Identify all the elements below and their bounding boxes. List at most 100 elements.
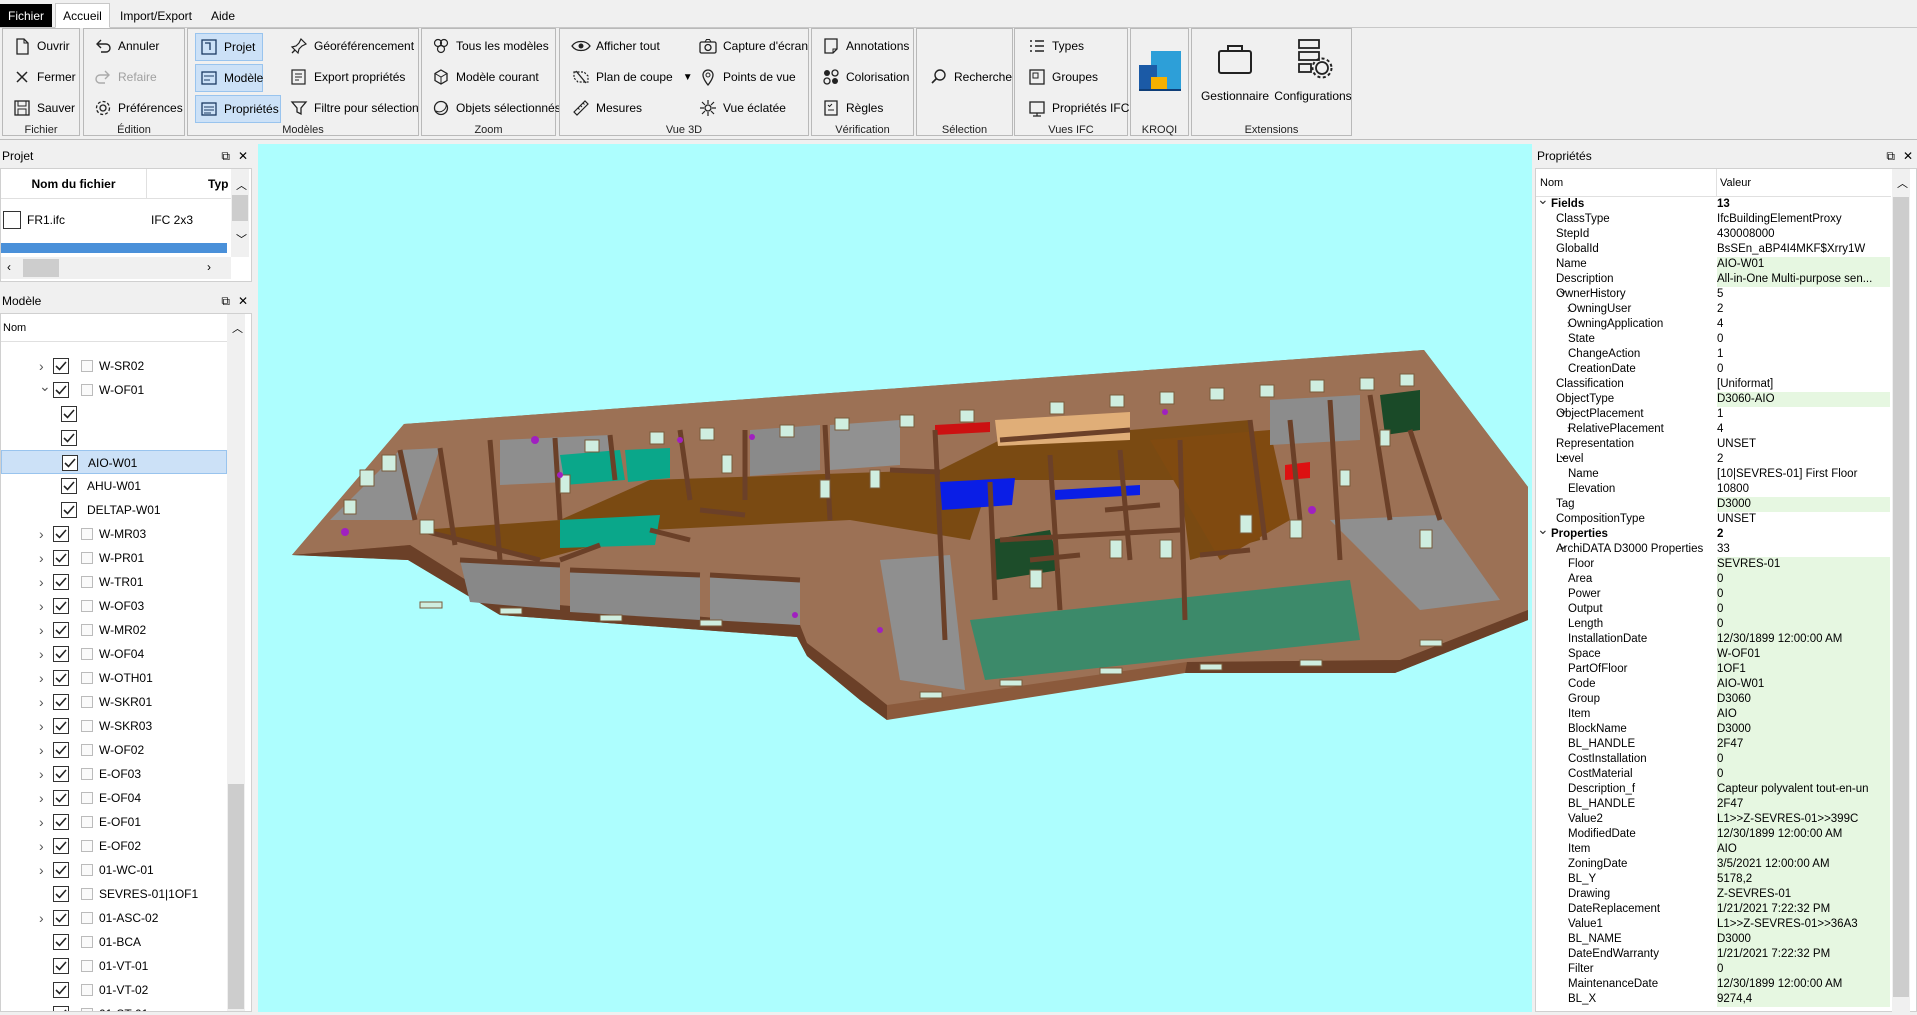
tree-item[interactable] [1,402,227,426]
property-row[interactable]: Classification [Uniformat] [1535,377,1890,392]
visibility-checkbox[interactable] [53,790,69,806]
zoom-current-model-button[interactable]: Modèle courant [428,63,542,91]
visibility-checkbox[interactable] [53,1006,69,1011]
property-row[interactable]: Item AIO [1535,842,1890,857]
scrollbar-thumb[interactable] [232,195,248,221]
visibility-checkbox[interactable] [53,886,69,902]
tree-item[interactable]: › W-OF03 [1,594,227,618]
tree-item[interactable]: AIO-W01 [1,450,227,474]
chevron-up-icon[interactable]: ︿ [232,320,243,336]
visibility-checkbox[interactable] [61,406,77,422]
tree-item[interactable]: › E-OF03 [1,762,227,786]
tree-item[interactable]: › W-TR01 [1,570,227,594]
chevron-right-icon[interactable]: › [39,671,44,685]
visibility-checkbox[interactable] [53,646,69,662]
chevron-up-icon[interactable]: ︿ [1897,175,1908,191]
filter-selection-button[interactable]: Filtre pour sélection [286,94,422,122]
property-row[interactable]: DateEndWarranty 1/21/2021 7:22:32 PM [1535,947,1890,962]
tree-item[interactable]: › W-OF04 [1,642,227,666]
chevron-right-icon[interactable]: › [39,719,44,733]
chevron-right-icon[interactable]: › [39,815,44,829]
chevron-right-icon[interactable]: › [39,623,44,637]
chevron-left-icon[interactable]: ‹ [7,260,11,274]
extension-manager-button[interactable]: Gestionnaire [1196,37,1274,127]
column-divider[interactable] [1716,169,1717,197]
column-header-value[interactable]: Valeur [1720,177,1751,189]
tree-item[interactable]: › W-SKR01 [1,690,227,714]
scrollbar-thumb[interactable] [1893,197,1909,997]
visibility-checkbox[interactable] [53,598,69,614]
section-plane-button[interactable]: Plan de coupe ▼ [568,63,696,91]
vertical-scrollbar[interactable]: ︿ [1892,169,1910,1013]
types-button[interactable]: Types [1024,32,1087,60]
visibility-checkbox[interactable] [53,358,69,374]
chevron-down-icon[interactable]: ⌄ [1537,197,1549,207]
chevron-right-icon[interactable]: › [39,743,44,757]
chevron-right-icon[interactable]: › [39,359,44,373]
visibility-checkbox[interactable] [53,694,69,710]
property-row[interactable]: Value2 L1>>Z-SEVRES-01>>399C [1535,812,1890,827]
property-row[interactable]: Representation UNSET [1535,437,1890,452]
float-panel-icon[interactable]: ⧉ [221,146,230,166]
ifc-properties-button[interactable]: Propriétés IFC [1024,94,1132,122]
zoom-selected-objects-button[interactable]: Objets sélectionnés [428,94,564,122]
tree-item[interactable]: › E-OF02 [1,834,227,858]
viewpoints-button[interactable]: Points de vue [695,63,799,91]
property-row[interactable]: StepId 430008000 [1535,227,1890,242]
property-row[interactable]: Name AIO-W01 [1535,257,1890,272]
property-row[interactable]: BL_HANDLE 2F47 [1535,797,1890,812]
redo-button[interactable]: Refaire [90,63,160,91]
property-row[interactable]: BL_X 9274,4 [1535,992,1890,1007]
property-row[interactable]: GlobalId BsSEn_aBP4I4MKF$Xrry1W [1535,242,1890,257]
property-row[interactable]: › RelativePlacement 4 [1535,422,1890,437]
property-row[interactable]: ⌄ Fields 13 [1535,197,1890,212]
property-row[interactable]: ChangeAction 1 [1535,347,1890,362]
property-row[interactable]: ModifiedDate 12/30/1899 12:00:00 AM [1535,827,1890,842]
visibility-checkbox[interactable] [53,718,69,734]
properties-panel-toggle[interactable]: Propriétés [195,95,281,123]
tree-item[interactable]: › W-SR02 [1,354,227,378]
close-button[interactable]: Fermer [9,63,79,91]
close-panel-icon[interactable]: ✕ [1903,146,1913,166]
property-row[interactable]: Code AIO-W01 [1535,677,1890,692]
chevron-right-icon[interactable]: › [207,260,211,274]
tab-help[interactable]: Aide [202,3,244,28]
search-button[interactable]: Recherche [926,63,1015,91]
visibility-checkbox[interactable] [62,455,78,471]
chevron-down-icon[interactable]: ▼ [683,72,693,83]
close-panel-icon[interactable]: ✕ [238,291,248,311]
building-model[interactable] [258,144,1532,1012]
tree-item[interactable]: › W-OF02 [1,738,227,762]
property-row[interactable]: Floor SEVRES-01 [1535,557,1890,572]
float-panel-icon[interactable]: ⧉ [221,291,230,311]
tree-item[interactable]: AHU-W01 [1,474,227,498]
property-row[interactable]: ClassType IfcBuildingElementProxy [1535,212,1890,227]
property-row[interactable]: DateReplacement 1/21/2021 7:22:32 PM [1535,902,1890,917]
export-properties-button[interactable]: Export propriétés [286,63,408,91]
tree-item[interactable]: › W-MR03 [1,522,227,546]
property-row[interactable]: State 0 [1535,332,1890,347]
visibility-checkbox[interactable] [53,574,69,590]
property-row[interactable]: Description_f Capteur polyvalent tout-en-… [1535,782,1890,797]
visibility-checkbox[interactable] [53,526,69,542]
3d-viewport[interactable] [258,144,1532,1012]
tab-file[interactable]: Fichier [0,4,52,27]
visibility-checkbox[interactable] [53,934,69,950]
property-row[interactable]: Name [10|SEVRES-01] First Floor [1535,467,1890,482]
property-row[interactable]: ObjectType D3060-AIO [1535,392,1890,407]
kroqi-logo-icon[interactable] [1139,51,1183,101]
table-row[interactable]: FR1.ifc IFC 2x3 [1,205,231,235]
tree-item[interactable]: › W-MR02 [1,618,227,642]
property-row[interactable]: CostMaterial 0 [1535,767,1890,782]
chevron-down-icon[interactable]: ⌄ [1537,527,1549,537]
visibility-checkbox[interactable] [61,502,77,518]
tree-item[interactable]: › 01-ASC-02 [1,906,227,930]
column-header-type[interactable]: Typ [208,169,232,199]
chevron-right-icon[interactable]: › [39,767,44,781]
visibility-checkbox[interactable] [53,622,69,638]
property-row[interactable]: Length 0 [1535,617,1890,632]
exploded-view-button[interactable]: Vue éclatée [695,94,789,122]
configurations-button[interactable]: Configurations [1274,37,1352,127]
annotations-button[interactable]: Annotations [818,32,912,60]
model-tree-header[interactable]: Nom [1,314,227,342]
